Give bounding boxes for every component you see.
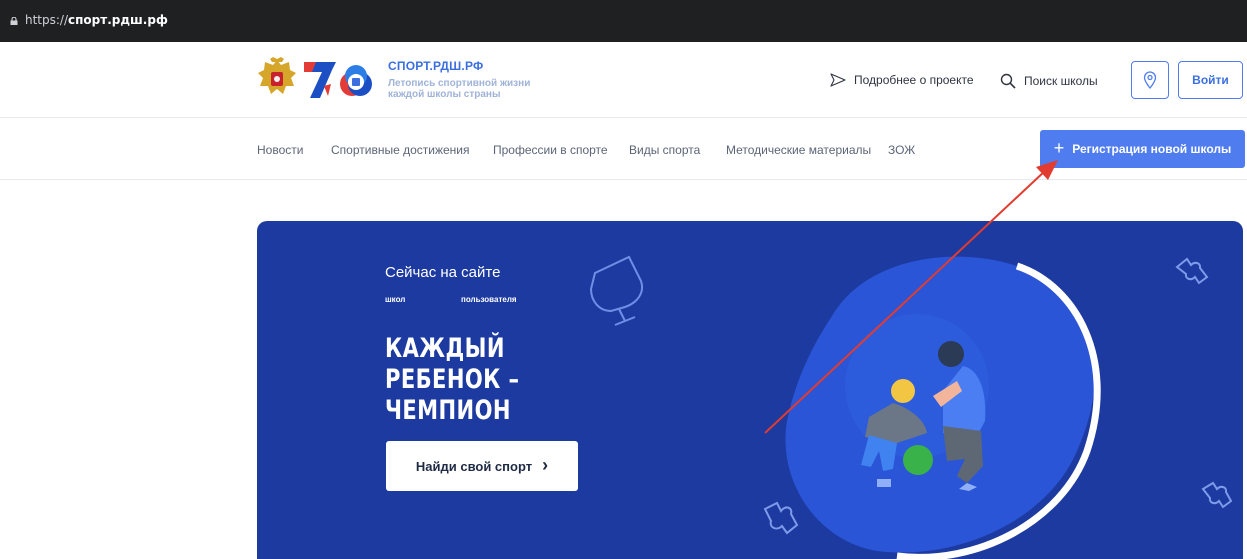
hero-title-line2: ЧЕМПИОН xyxy=(385,395,511,426)
main-nav: Новости Спортивные достижения Профессии … xyxy=(0,118,1247,180)
about-project-link[interactable]: Подробнее о проекте xyxy=(830,73,974,87)
puzzle-icon xyxy=(1201,481,1233,509)
stat-schools: школ xyxy=(385,295,406,304)
url-scheme: https:// xyxy=(25,13,69,27)
brand-tagline: Летопись спортивной жизни каждой школы с… xyxy=(388,78,531,100)
puzzle-icon xyxy=(1175,257,1209,285)
url-text[interactable]: https://спорт.рдш.рф xyxy=(25,13,168,27)
register-school-button[interactable]: + Регистрация новой школы xyxy=(1040,130,1245,168)
nav-item-healthy-lifestyle[interactable]: ЗОЖ xyxy=(888,143,915,157)
school-search-label: Поиск школы xyxy=(1024,74,1098,88)
map-button[interactable] xyxy=(1131,61,1169,99)
hero-banner: Сейчас на сайте школ пользователя КАЖДЫЙ… xyxy=(257,221,1243,559)
rdsh-logo[interactable] xyxy=(338,62,374,98)
trophy-icon xyxy=(589,255,643,326)
chevron-right-icon: › xyxy=(542,454,549,475)
login-button[interactable]: Войти xyxy=(1178,61,1243,99)
puzzle-icon xyxy=(763,501,799,535)
stat-users: пользователя xyxy=(461,295,517,304)
browser-url-bar[interactable]: https://спорт.рдш.рф xyxy=(0,0,1247,42)
find-sport-label: Найди свой спорт xyxy=(415,458,533,474)
plus-icon: + xyxy=(1053,138,1065,158)
russia-emblem-logo[interactable] xyxy=(256,56,298,102)
nav-item-achievements[interactable]: Спортивные достижения xyxy=(331,143,470,157)
url-host: спорт.рдш.рф xyxy=(68,13,168,27)
register-school-label: Регистрация новой школы xyxy=(1072,142,1232,156)
find-sport-button[interactable]: Найди свой спорт › xyxy=(386,441,578,491)
seven-logo[interactable] xyxy=(298,56,340,102)
nav-item-professions[interactable]: Профессии в спорте xyxy=(493,143,608,157)
nav-item-methodical[interactable]: Методические материалы xyxy=(726,143,871,157)
about-project-label: Подробнее о проекте xyxy=(854,73,974,87)
hero-title-line1: КАЖДЫЙ РЕБЕНОК – xyxy=(385,333,520,395)
nav-item-news[interactable]: Новости xyxy=(257,143,303,157)
hero-title: КАЖДЫЙ РЕБЕНОК – ЧЕМПИОН xyxy=(385,333,619,426)
school-search-link[interactable]: Поиск школы xyxy=(1000,73,1098,89)
map-pin-icon xyxy=(1143,71,1157,89)
nav-item-sports[interactable]: Виды спорта xyxy=(629,143,700,157)
send-icon xyxy=(830,73,846,87)
search-icon xyxy=(1000,73,1016,89)
hero-kicker: Сейчас на сайте xyxy=(385,264,501,281)
lock-icon xyxy=(10,17,18,25)
site-header: СПОРТ.РДШ.РФ Летопись спортивной жизни к… xyxy=(0,42,1247,118)
brand-name[interactable]: СПОРТ.РДШ.РФ xyxy=(388,59,483,73)
